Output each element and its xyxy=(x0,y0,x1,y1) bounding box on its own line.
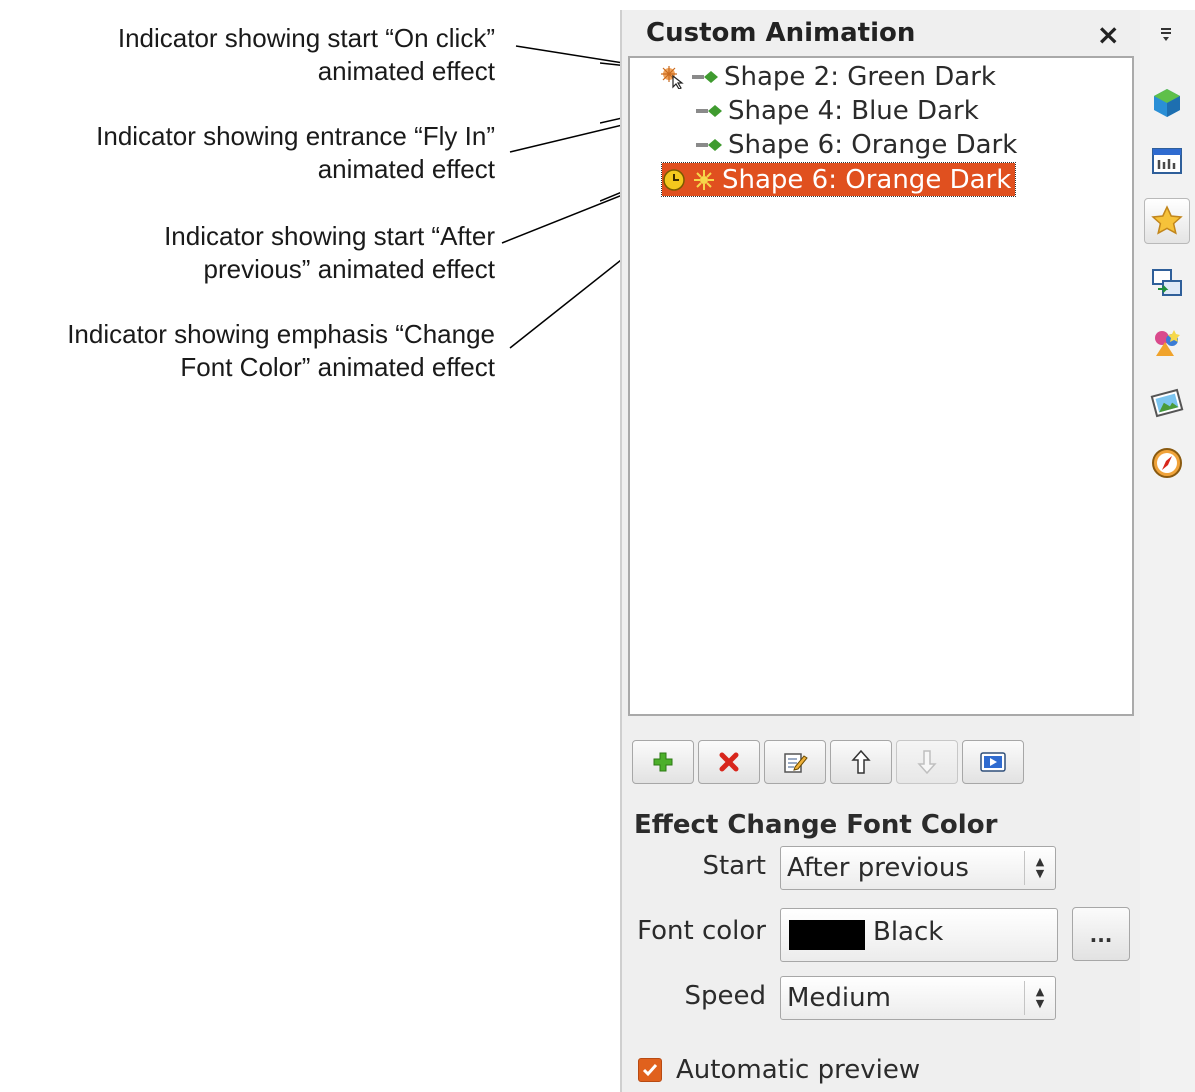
spin-arrows-icon: ▲ ▼ xyxy=(1024,981,1055,1015)
compass-icon xyxy=(1152,448,1182,478)
delete-x-icon xyxy=(719,752,739,772)
navigator-tab[interactable] xyxy=(1144,440,1190,486)
list-item-label: Shape 4: Blue Dark xyxy=(728,95,979,126)
automatic-preview-label: Automatic preview xyxy=(676,1055,921,1085)
remove-effect-button[interactable] xyxy=(698,740,760,784)
after-previous-clock-icon xyxy=(662,168,686,192)
plus-icon xyxy=(653,752,673,772)
master-slides-tab[interactable] xyxy=(1144,138,1190,184)
sidebar-menu-icon[interactable] xyxy=(1156,22,1178,44)
master-slides-icon xyxy=(1152,148,1182,174)
list-item-label: Shape 2: Green Dark xyxy=(724,61,996,92)
effect-title: Effect Change Font Color xyxy=(634,810,998,840)
start-select[interactable]: After previous ▲ ▼ xyxy=(780,846,1056,890)
edit-icon xyxy=(784,753,808,773)
sidebar-tab-bar xyxy=(1140,10,1195,1092)
emphasis-effect-icon xyxy=(692,168,716,192)
entrance-effect-icon xyxy=(690,65,718,89)
spin-arrows-icon: ▲ ▼ xyxy=(1024,851,1055,885)
entrance-effect-icon xyxy=(694,133,722,157)
slide-transition-tab[interactable] xyxy=(1144,260,1190,306)
add-effect-button[interactable] xyxy=(632,740,694,784)
move-up-button[interactable] xyxy=(830,740,892,784)
arrow-up-icon xyxy=(851,749,871,774)
animation-toolbar xyxy=(632,740,1024,784)
automatic-preview-checkbox[interactable] xyxy=(638,1058,662,1082)
speed-value: Medium xyxy=(787,983,891,1013)
play-button[interactable] xyxy=(962,740,1024,784)
custom-animation-panel: Custom Animation × Shape 2: Green Dark S… xyxy=(620,10,1142,1092)
properties-tab[interactable] xyxy=(1144,80,1190,126)
edit-effect-button[interactable] xyxy=(764,740,826,784)
styles-icon xyxy=(1155,330,1180,356)
color-swatch xyxy=(789,920,865,950)
play-icon xyxy=(980,752,1006,772)
panel-title: Custom Animation xyxy=(646,18,916,48)
properties-icon xyxy=(1154,89,1180,117)
speed-select[interactable]: Medium ▲ ▼ xyxy=(780,976,1056,1020)
list-item-label: Shape 6: Orange Dark xyxy=(722,164,1012,195)
start-value: After previous xyxy=(787,853,969,883)
checkmark-icon xyxy=(642,1064,658,1077)
entrance-effect-icon xyxy=(694,99,722,123)
custom-animation-tab[interactable] xyxy=(1144,198,1190,244)
move-down-button[interactable] xyxy=(896,740,958,784)
styles-tab[interactable] xyxy=(1144,320,1190,366)
list-item-selected[interactable]: Shape 6: Orange Dark xyxy=(660,162,1017,197)
list-item-label: Shape 6: Orange Dark xyxy=(728,129,1018,160)
list-item[interactable]: Shape 4: Blue Dark xyxy=(694,94,979,127)
start-label: Start xyxy=(702,851,766,881)
gallery-tab[interactable] xyxy=(1144,380,1190,426)
list-item[interactable]: Shape 6: Orange Dark xyxy=(694,128,1017,161)
gallery-icon xyxy=(1150,388,1184,418)
animation-list[interactable]: Shape 2: Green Dark Shape 4: Blue Dark S… xyxy=(628,56,1134,716)
speed-label: Speed xyxy=(684,981,766,1011)
on-click-indicator-icon xyxy=(660,65,684,89)
more-options-button[interactable]: ... xyxy=(1072,907,1130,961)
arrow-down-icon xyxy=(917,750,937,775)
font-color-label: Font color xyxy=(637,916,766,946)
font-color-value: Black xyxy=(873,917,944,947)
callout-arrows xyxy=(501,45,660,349)
star-animation-icon xyxy=(1151,205,1183,235)
list-item[interactable]: Shape 2: Green Dark xyxy=(660,60,996,93)
slide-transition-icon xyxy=(1152,269,1182,296)
close-icon[interactable]: × xyxy=(1097,20,1120,50)
automatic-preview-row: Automatic preview xyxy=(638,1055,920,1085)
font-color-select[interactable]: Black xyxy=(780,908,1058,962)
